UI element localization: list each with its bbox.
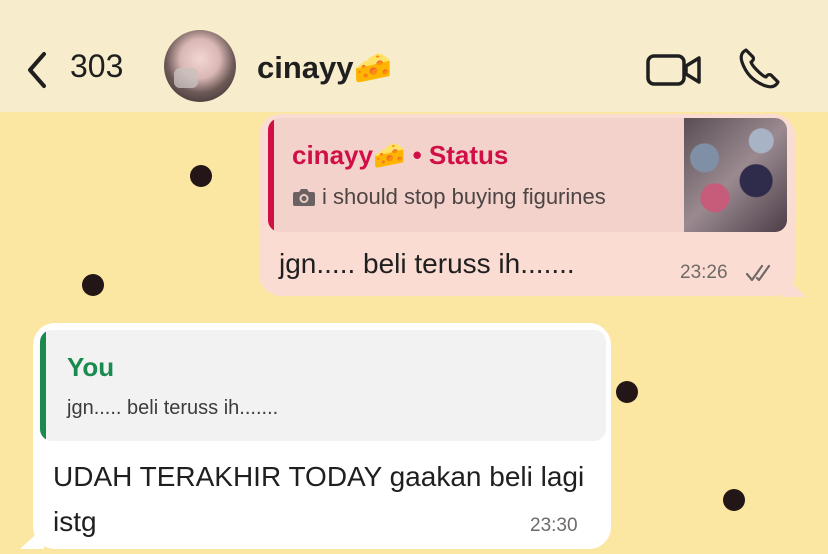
video-call-icon[interactable] [646,52,702,88]
avatar[interactable] [164,30,236,102]
wallpaper-dot [723,489,745,511]
message-time: 23:26 [680,262,728,283]
quote-preview: i should stop buying figurines [292,184,606,210]
quote-text: jgn..... beli teruss ih....... [67,397,279,419]
camera-icon [293,189,315,206]
status-reply-quote[interactable]: cinayy🧀 • Status i should stop buying fi… [268,118,787,232]
incoming-message-text: UDAH TERAKHIR TODAY gaakan beli lagi ist… [53,461,585,537]
unread-count[interactable]: 303 [70,48,123,85]
reply-quote[interactable]: You jgn..... beli teruss ih....... [40,330,606,441]
phone-call-icon[interactable] [736,46,782,92]
quote-accent-bar [268,118,274,232]
wallpaper-dot [82,274,104,296]
status-thumbnail[interactable] [684,118,787,232]
back-chevron-icon[interactable] [22,48,52,92]
chat-header: 303 cinayy🧀 [0,0,828,112]
quote-author: You [67,352,115,382]
wallpaper-dot [190,165,212,187]
quote-title: cinayy🧀 • Status [292,140,508,171]
message-time: 23:30 [530,515,578,536]
wallpaper-dot [616,381,638,403]
contact-name[interactable]: cinayy🧀 [257,49,392,86]
quote-author: cinayy🧀 [292,140,406,170]
read-double-check-icon [746,264,771,282]
outgoing-message-text: jgn..... beli teruss ih....... [279,248,575,279]
quote-accent-bar [40,330,46,441]
quote-source: • Status [412,140,509,170]
quote-text: i should stop buying figurines [322,184,606,209]
